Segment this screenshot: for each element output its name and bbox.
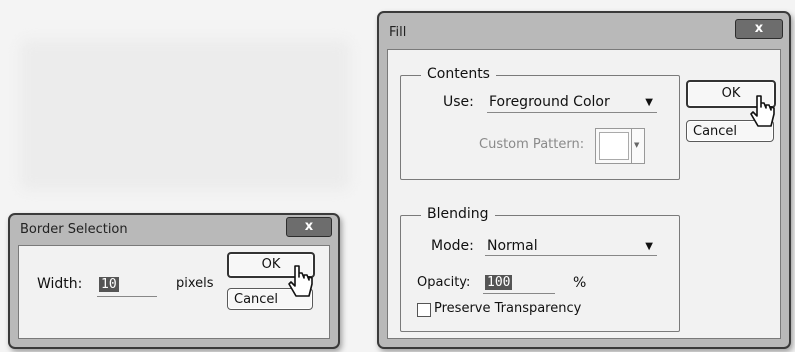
fill-dialog: Fill x Contents Use: Foreground Color ▼ … bbox=[377, 11, 791, 349]
dialog-client-area: Contents Use: Foreground Color ▼ Custom … bbox=[387, 49, 781, 339]
preserve-transparency-label: Preserve Transparency bbox=[434, 301, 582, 316]
close-button[interactable]: x bbox=[735, 19, 783, 39]
ok-button-label: OK bbox=[721, 86, 741, 101]
contents-group: Contents Use: Foreground Color ▼ Custom … bbox=[400, 66, 680, 180]
width-value: 10 bbox=[99, 277, 119, 292]
dialog-title: Fill bbox=[389, 25, 407, 40]
close-button[interactable]: x bbox=[286, 217, 332, 237]
opacity-label: Opacity: bbox=[417, 275, 471, 290]
custom-pattern-picker[interactable]: ▼ bbox=[595, 128, 645, 164]
contents-group-title: Contents bbox=[421, 66, 496, 82]
chevron-down-icon: ▼ bbox=[645, 97, 653, 108]
chevron-down-icon: ▼ bbox=[634, 141, 640, 149]
unit-label: pixels bbox=[176, 276, 214, 291]
border-selection-dialog: Border Selection x Width: 10 pixels OK C… bbox=[8, 213, 340, 349]
title-bar[interactable]: Border Selection x bbox=[10, 215, 338, 243]
pattern-swatch bbox=[599, 132, 629, 160]
cancel-button-label: Cancel bbox=[693, 124, 738, 139]
use-label: Use: bbox=[443, 94, 474, 110]
pointer-cursor-icon bbox=[288, 265, 313, 297]
opacity-value: 100 bbox=[485, 275, 513, 290]
chevron-down-icon: ▼ bbox=[645, 241, 653, 252]
mode-label: Mode: bbox=[431, 238, 474, 254]
opacity-input[interactable]: 100 bbox=[483, 271, 555, 294]
title-bar[interactable]: Fill x bbox=[379, 13, 789, 41]
ok-button-label: OK bbox=[261, 257, 281, 272]
dialog-client-area: Width: 10 pixels OK Cancel bbox=[18, 245, 330, 339]
preserve-transparency-checkbox[interactable] bbox=[417, 303, 431, 317]
background-smudge bbox=[20, 40, 350, 190]
width-input[interactable]: 10 bbox=[97, 274, 157, 297]
use-select[interactable]: Foreground Color ▼ bbox=[487, 90, 657, 113]
cancel-button-label: Cancel bbox=[234, 292, 279, 307]
pointer-cursor-icon bbox=[750, 95, 775, 127]
blending-group: Blending Mode: Normal ▼ Opacity: 100 % P… bbox=[400, 206, 680, 332]
mode-value: Normal bbox=[487, 238, 538, 254]
custom-pattern-label: Custom Pattern: bbox=[479, 137, 585, 152]
pattern-dropdown-arrow[interactable]: ▼ bbox=[631, 129, 644, 163]
opacity-unit: % bbox=[573, 275, 587, 291]
dialog-title: Border Selection bbox=[20, 222, 128, 237]
width-label: Width: bbox=[37, 276, 83, 292]
blending-group-title: Blending bbox=[421, 206, 495, 222]
mode-select[interactable]: Normal ▼ bbox=[485, 233, 657, 256]
use-value: Foreground Color bbox=[489, 94, 610, 110]
